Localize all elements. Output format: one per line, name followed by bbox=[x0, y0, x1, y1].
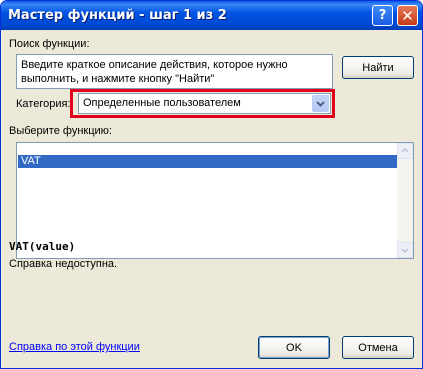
function-help-link[interactable]: Справка по этой функции bbox=[9, 341, 140, 353]
dropdown-button[interactable] bbox=[312, 95, 329, 112]
category-selected-value: Определенные пользователем bbox=[83, 97, 241, 109]
question-icon: ? bbox=[378, 8, 387, 23]
title-bar[interactable]: Мастер функций - шаг 1 из 2 ? ✕ bbox=[1, 1, 422, 30]
chevron-up-icon bbox=[401, 147, 409, 153]
close-button[interactable]: ✕ bbox=[397, 5, 418, 26]
window-title: Мастер функций - шаг 1 из 2 bbox=[8, 8, 227, 23]
cancel-button[interactable]: Отмена bbox=[342, 336, 414, 359]
function-list-label: Выберите функцию: bbox=[9, 125, 112, 137]
function-help-text: Справка недоступна. bbox=[9, 258, 118, 270]
vertical-scrollbar[interactable] bbox=[397, 143, 413, 258]
scroll-down-button[interactable] bbox=[397, 242, 413, 258]
close-icon: ✕ bbox=[401, 6, 414, 25]
function-signature: VAT(value) bbox=[9, 240, 76, 253]
category-label: Категория: bbox=[16, 98, 71, 110]
ok-button[interactable]: OK bbox=[258, 336, 330, 359]
category-select[interactable]: Определенные пользователем bbox=[78, 93, 331, 114]
find-button[interactable]: Найти bbox=[342, 56, 414, 79]
function-wizard-dialog: Мастер функций - шаг 1 из 2 ? ✕ Поиск фу… bbox=[0, 0, 423, 369]
search-label: Поиск функции: bbox=[9, 38, 90, 50]
chevron-down-icon bbox=[401, 248, 409, 254]
chevron-down-icon bbox=[316, 101, 325, 107]
scroll-up-button[interactable] bbox=[397, 143, 413, 159]
list-item[interactable]: VAT bbox=[18, 155, 397, 168]
function-listbox[interactable]: VAT bbox=[16, 142, 414, 259]
help-button[interactable]: ? bbox=[372, 5, 393, 26]
search-description-input[interactable]: Введите краткое описание действия, котор… bbox=[16, 54, 333, 89]
dialog-body: Поиск функции: Введите краткое описание … bbox=[4, 30, 419, 365]
